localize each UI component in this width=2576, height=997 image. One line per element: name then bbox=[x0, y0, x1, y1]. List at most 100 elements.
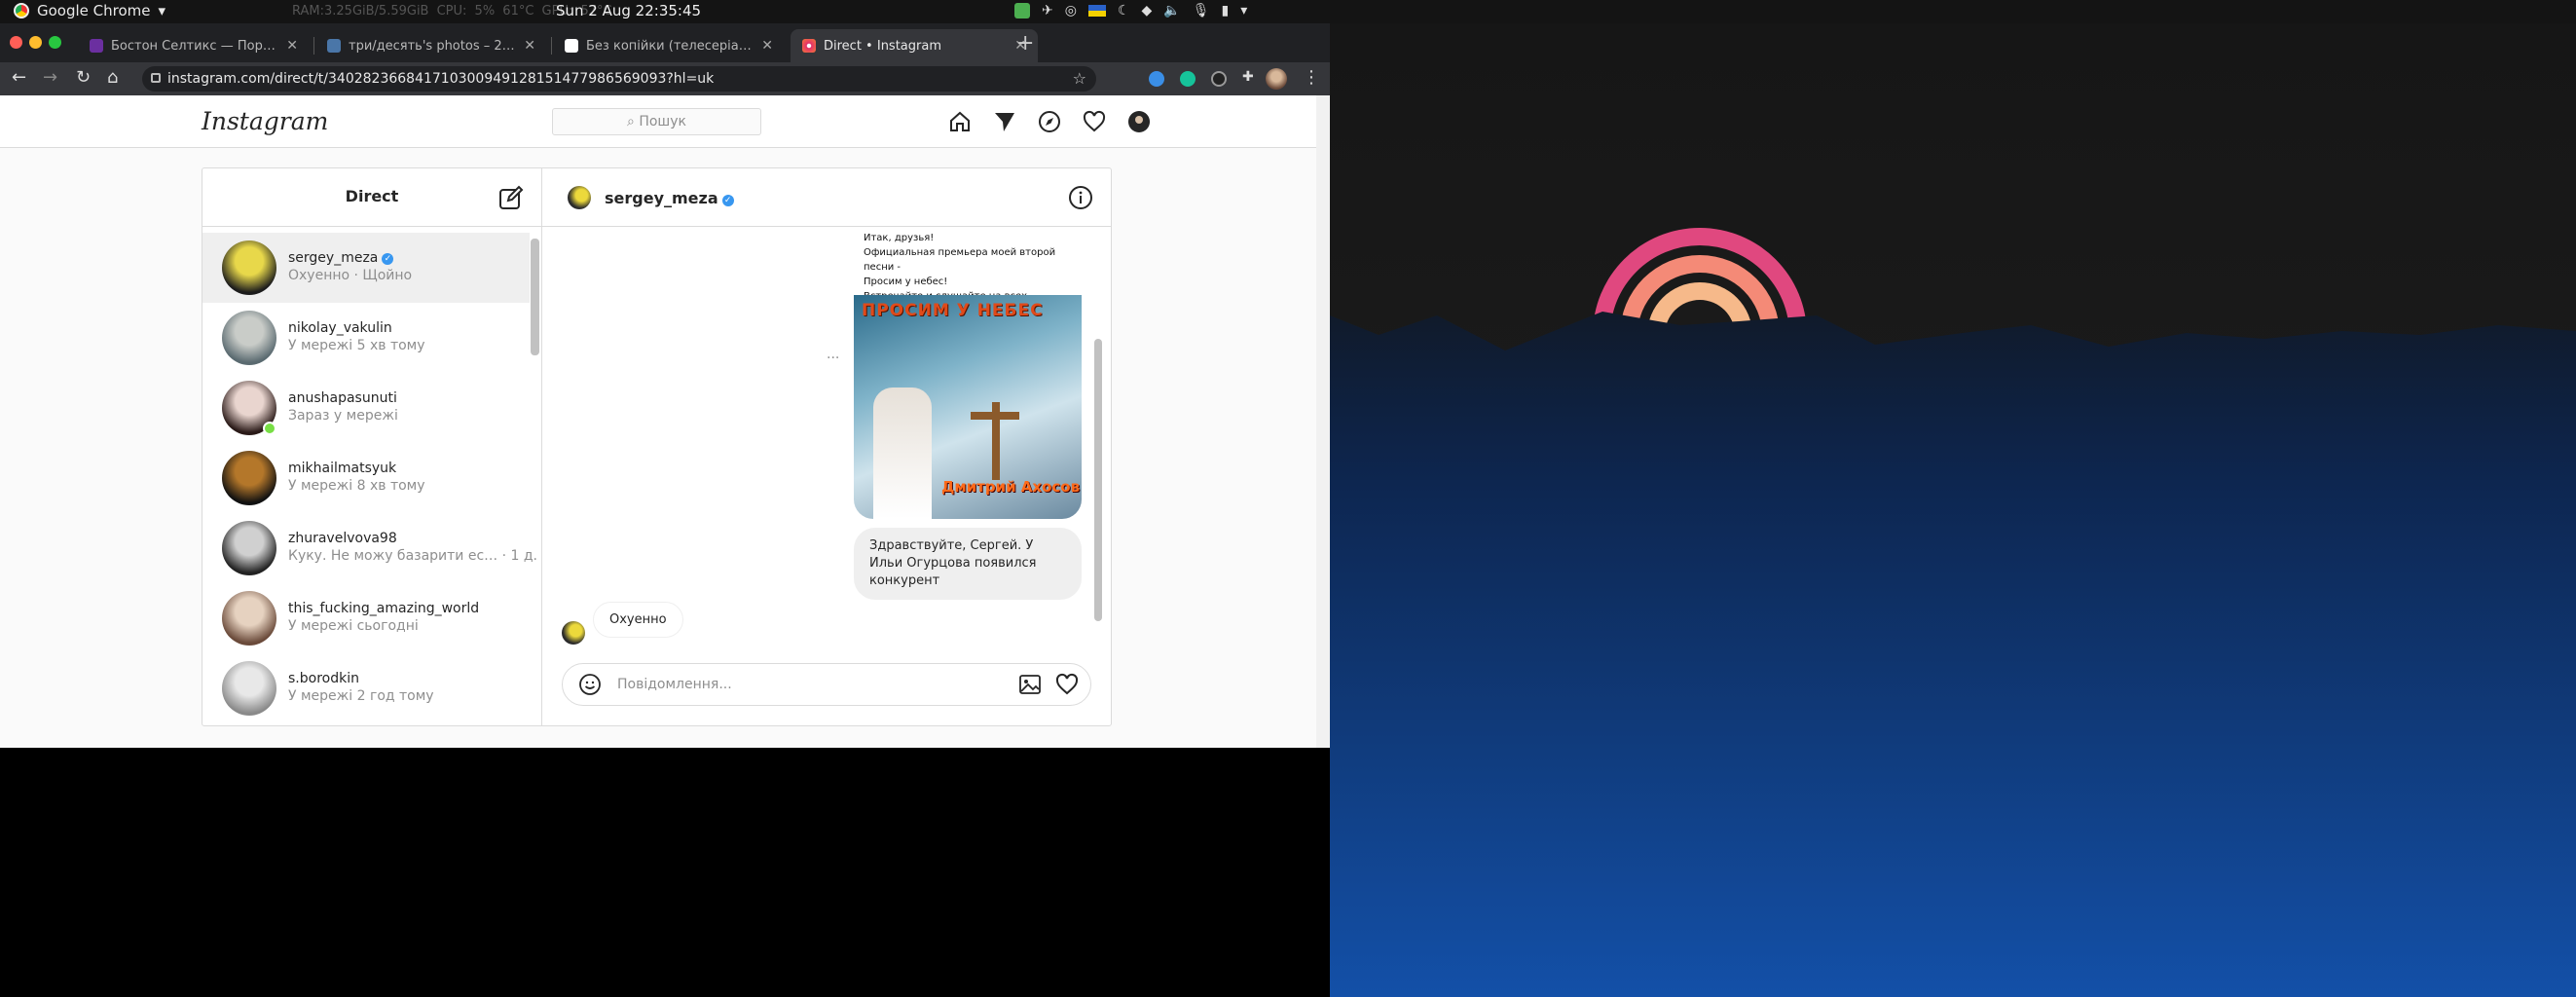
thread-item[interactable]: anushapasunuti Зараз у мережі bbox=[202, 373, 530, 443]
address-bar[interactable]: instagram.com/direct/t/34028236684171030… bbox=[142, 66, 1096, 92]
thread-subtitle: У мережі 8 хв тому bbox=[288, 478, 425, 494]
conversation-username[interactable]: sergey_meza ✓ bbox=[605, 189, 734, 207]
app-name: Google Chrome bbox=[37, 2, 151, 19]
thread-username-text: sergey_meza bbox=[288, 250, 379, 266]
thread-subtitle: У мережі сьогодні bbox=[288, 618, 419, 634]
minimize-window-button[interactable] bbox=[29, 36, 42, 49]
microphone-icon[interactable]: 🎙 bbox=[1193, 3, 1210, 18]
conversation-info-icon[interactable] bbox=[1068, 185, 1093, 210]
power-menu-icon[interactable]: ▾ bbox=[1240, 3, 1247, 18]
emoji-icon[interactable] bbox=[578, 673, 602, 696]
tab-wikipedia[interactable]: Без копійки (телесеріал) — Вікі ✕ bbox=[553, 29, 785, 62]
app-menu[interactable]: Google Chrome ▾ bbox=[14, 2, 166, 19]
thread-username: anushapasunuti bbox=[288, 390, 397, 406]
profile-avatar-icon[interactable] bbox=[1127, 110, 1151, 133]
thread-username-text: anushapasunuti bbox=[288, 390, 397, 406]
tab-instagram-direct[interactable]: Direct • Instagram ✕ bbox=[791, 29, 1038, 62]
instagram-header: Instagram ⌕ Пошук bbox=[0, 95, 1316, 148]
thread-subtitle: У мережі 5 хв тому bbox=[288, 338, 425, 353]
page-scrollbar[interactable] bbox=[1316, 95, 1330, 748]
lock-icon[interactable] bbox=[151, 73, 161, 83]
viber-icon[interactable]: ◎ bbox=[1065, 3, 1077, 18]
thread-item[interactable]: s.borodkin У мережі 2 год тому bbox=[202, 653, 530, 723]
thread-username: nikolay_vakulin bbox=[288, 320, 392, 336]
thread-item[interactable]: this_fucking_amazing_world У мережі сього… bbox=[202, 583, 530, 653]
battery-icon[interactable]: ▮ bbox=[1222, 3, 1230, 18]
close-tab-icon[interactable]: ✕ bbox=[524, 38, 535, 54]
thread-username: mikhailmatsyuk bbox=[288, 461, 396, 476]
image-upload-icon[interactable] bbox=[1018, 673, 1042, 696]
maximize-window-button[interactable] bbox=[49, 36, 61, 49]
post-caption-line: Итак, друзья! bbox=[864, 233, 935, 243]
conversation-panel: sergey_meza ✓ Итак, друзья! Официальная п… bbox=[542, 168, 1111, 725]
explore-compass-icon[interactable] bbox=[1038, 110, 1061, 133]
search-placeholder: Пошук bbox=[639, 114, 686, 129]
reload-icon[interactable]: ↻ bbox=[76, 67, 91, 88]
system-top-bar: Google Chrome ▾ RAM:3.25GiB/5.59GiB CPU:… bbox=[0, 0, 2576, 23]
night-mode-icon[interactable]: ☾ bbox=[1118, 3, 1130, 18]
chrome-icon bbox=[14, 3, 29, 18]
sender-avatar[interactable] bbox=[562, 621, 585, 645]
thread-username-text: zhuravelvova98 bbox=[288, 531, 397, 546]
conversation-scrollbar[interactable] bbox=[1094, 339, 1102, 621]
browser-menu-icon[interactable]: ⋮ bbox=[1303, 67, 1320, 88]
telegram-icon[interactable]: ✈ bbox=[1042, 3, 1053, 18]
direct-send-icon[interactable] bbox=[993, 110, 1016, 133]
sunset-illustration bbox=[1330, 228, 2576, 997]
message-options-icon[interactable]: ··· bbox=[827, 351, 839, 366]
outgoing-message[interactable]: Здравствуйте, Сергей. У Ильи Огурцова по… bbox=[854, 528, 1082, 600]
forward-icon[interactable]: → bbox=[43, 67, 57, 88]
home-icon[interactable] bbox=[948, 110, 972, 133]
close-window-button[interactable] bbox=[10, 36, 22, 49]
thread-username-text: mikhailmatsyuk bbox=[288, 461, 397, 476]
new-message-icon[interactable] bbox=[498, 185, 524, 210]
thread-list-scrollbar[interactable] bbox=[531, 239, 539, 355]
home-icon[interactable]: ⌂ bbox=[107, 67, 118, 88]
thread-item[interactable]: nikolay_vakulin У мережі 5 хв тому bbox=[202, 303, 530, 373]
thread-avatar bbox=[222, 451, 276, 505]
instagram-logo[interactable]: Instagram bbox=[202, 107, 328, 135]
thread-item[interactable]: mikhailmatsyuk У мережі 8 хв тому bbox=[202, 443, 530, 513]
thread-item[interactable]: sergey_meza ✓ Охуенно · Щойно bbox=[202, 233, 530, 303]
thread-avatar bbox=[222, 240, 276, 295]
message-composer bbox=[562, 663, 1091, 706]
extensions-puzzle-icon[interactable]: ✚ bbox=[1242, 69, 1258, 85]
post-caption-line: Просим у небес! bbox=[864, 277, 948, 287]
shared-post-message[interactable]: Итак, друзья! Официальная премьера моей … bbox=[854, 227, 1082, 519]
grammarly-extension-icon[interactable] bbox=[1180, 71, 1196, 87]
thread-username-text: nikolay_vakulin bbox=[288, 320, 392, 336]
thread-username-text: s.borodkin bbox=[288, 671, 359, 686]
search-icon: ⌕ bbox=[627, 114, 635, 129]
tab-separator bbox=[551, 37, 552, 55]
tab-vk-photos[interactable]: три/десять's photos – 24 album ✕ bbox=[315, 29, 547, 62]
close-tab-icon[interactable]: ✕ bbox=[286, 38, 298, 54]
tab-separator bbox=[313, 37, 314, 55]
profile-avatar[interactable] bbox=[1266, 68, 1287, 90]
direct-inbox: Direct sergey_meza ✓ Охуенно · Щойно nikola… bbox=[202, 167, 1112, 726]
message-input[interactable] bbox=[617, 672, 1007, 697]
new-tab-button[interactable]: + bbox=[1016, 31, 1034, 55]
app-indicator-icon[interactable] bbox=[1014, 3, 1030, 18]
thread-item[interactable]: zhuravelvova98 Куку. Не можу базарити ес…… bbox=[202, 513, 537, 583]
wikipedia-icon bbox=[565, 39, 578, 53]
tab-boston[interactable]: Бостон Селтикс — Портленд ✕ bbox=[78, 29, 310, 62]
tab-favicon-icon bbox=[327, 39, 341, 53]
extension-icon[interactable] bbox=[1211, 71, 1227, 87]
volume-icon[interactable]: 🔈 bbox=[1163, 3, 1180, 18]
keyboard-layout-flag-icon[interactable] bbox=[1087, 5, 1106, 17]
search-input[interactable]: ⌕ Пошук bbox=[552, 108, 761, 135]
like-heart-icon[interactable] bbox=[1055, 673, 1079, 696]
back-icon[interactable]: ← bbox=[12, 67, 26, 88]
url-text: instagram.com/direct/t/34028236684171030… bbox=[167, 71, 715, 87]
post-image[interactable]: ПРОСИМ У НЕБЕС Дмитрий Ахосов bbox=[854, 295, 1082, 519]
bookmark-star-icon[interactable]: ☆ bbox=[1073, 66, 1086, 92]
activity-heart-icon[interactable] bbox=[1083, 110, 1106, 133]
clock[interactable]: Sun 2 Aug 22:35:45 bbox=[556, 2, 701, 19]
incoming-message[interactable]: Охуенно bbox=[593, 602, 683, 638]
close-tab-icon[interactable]: ✕ bbox=[761, 38, 773, 54]
conversation-avatar[interactable] bbox=[568, 186, 591, 209]
wifi-icon[interactable]: ◆ bbox=[1142, 3, 1153, 18]
thread-subtitle: Куку. Не можу базарити ес… · 1 д. bbox=[288, 548, 538, 564]
extension-drop-icon[interactable] bbox=[1149, 71, 1164, 87]
browser-toolbar: ← → ↻ ⌂ instagram.com/direct/t/340282366… bbox=[0, 62, 1330, 95]
